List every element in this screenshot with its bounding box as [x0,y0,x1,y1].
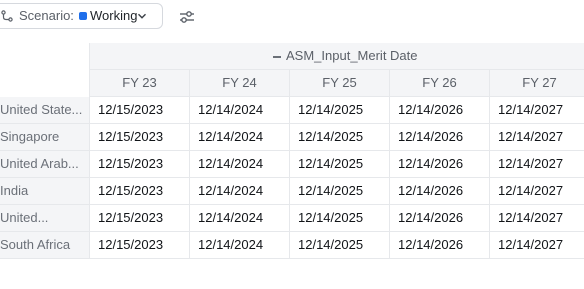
table-cell[interactable]: 12/14/2026 [389,124,489,151]
table-cell[interactable]: 12/14/2027 [489,124,584,151]
row-header[interactable]: United... [0,205,89,232]
toolbar: Scenario: Working [0,0,584,34]
column-group-header[interactable]: ASM_Input_Merit Date [89,43,584,70]
row-header[interactable]: India [0,178,89,205]
table-cell[interactable]: 12/15/2023 [89,124,189,151]
row-header[interactable]: United State... [0,97,89,124]
branch-icon [1,10,13,22]
sliders-icon[interactable] [177,7,197,27]
table-cell[interactable]: 12/15/2023 [89,178,189,205]
table-cell[interactable]: 12/15/2023 [89,97,189,124]
column-header[interactable]: FY 24 [189,70,289,97]
table-cell[interactable]: 12/15/2023 [89,205,189,232]
table-cell[interactable]: 12/14/2024 [189,205,289,232]
scenario-color-swatch [79,12,87,20]
table-cell[interactable]: 12/14/2027 [489,205,584,232]
column-header[interactable]: FY 26 [389,70,489,97]
table-cell[interactable]: 12/14/2025 [289,178,389,205]
table-cell[interactable]: 12/14/2026 [389,232,489,259]
table-cell[interactable]: 12/15/2023 [89,151,189,178]
table-cell[interactable]: 12/14/2026 [389,151,489,178]
column-group-title: ASM_Input_Merit Date [286,48,418,63]
chevron-down-icon [138,13,146,19]
table-cell[interactable]: 12/14/2024 [189,124,289,151]
table-cell[interactable]: 12/14/2025 [289,232,389,259]
column-header[interactable]: FY 27 [489,70,584,97]
table-cell[interactable]: 12/14/2026 [389,178,489,205]
table-cell[interactable]: 12/14/2026 [389,205,489,232]
scenario-value: Working [90,8,138,23]
table-cell[interactable]: 12/14/2025 [289,151,389,178]
row-header[interactable]: South Africa [0,232,89,259]
table-cell[interactable]: 12/14/2024 [189,97,289,124]
table-cell[interactable]: 12/14/2026 [389,97,489,124]
table-cell[interactable]: 12/14/2025 [289,205,389,232]
table-cell[interactable]: 12/14/2024 [189,178,289,205]
table-cell[interactable]: 12/14/2027 [489,232,584,259]
table-cell[interactable]: 12/14/2027 [489,151,584,178]
collapse-icon[interactable] [273,56,281,58]
column-header[interactable]: FY 25 [289,70,389,97]
table-cell[interactable]: 12/14/2027 [489,178,584,205]
scenario-label: Scenario: [19,8,74,23]
table-cell[interactable]: 12/15/2023 [89,232,189,259]
column-header[interactable]: FY 23 [89,70,189,97]
table-cell[interactable]: 12/14/2025 [289,124,389,151]
table-cell[interactable]: 12/14/2027 [489,97,584,124]
table-cell[interactable]: 12/14/2024 [189,151,289,178]
scenario-selector[interactable]: Scenario: Working [0,3,163,29]
row-header[interactable]: Singapore [0,124,89,151]
row-header[interactable]: United Arab... [0,151,89,178]
table-cell[interactable]: 12/14/2025 [289,97,389,124]
table-cell[interactable]: 12/14/2024 [189,232,289,259]
